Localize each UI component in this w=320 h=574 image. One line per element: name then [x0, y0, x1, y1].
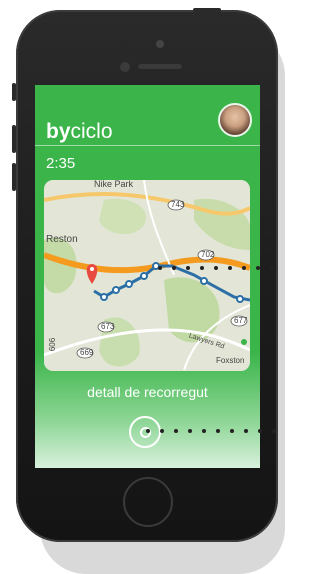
route-map[interactable]: Nike Park Reston 743 702 673 669 677 606… [44, 180, 250, 371]
park-area [99, 198, 146, 235]
volume-down-button[interactable] [12, 163, 16, 191]
home-button[interactable] [123, 477, 173, 527]
map-label-nike-park: Nike Park [94, 180, 134, 189]
route-waypoint [112, 286, 120, 294]
route-shield-606: 606 [48, 337, 58, 352]
power-button[interactable] [193, 8, 221, 12]
map-label-reston: Reston [46, 234, 78, 245]
app-header: byciclo [35, 85, 260, 145]
front-camera [156, 40, 164, 48]
route-shield-669: 669 [80, 348, 94, 357]
route-shield-677: 677 [234, 316, 248, 325]
route-waypoint [140, 272, 148, 280]
app-logo: byciclo [46, 120, 113, 143]
route-waypoint [236, 295, 244, 303]
route-shield-673: 673 [101, 322, 115, 331]
header-divider [35, 145, 260, 146]
volume-up-button[interactable] [12, 125, 16, 153]
route-detail-button[interactable] [129, 416, 161, 448]
route-shield-743: 743 [171, 200, 185, 209]
route-detail-caption: detall de recorregut [87, 384, 208, 400]
poi-marker [241, 339, 247, 345]
mute-switch[interactable] [12, 83, 16, 101]
app-screen: byciclo 2:35 Nike Park Reston 743 702 67… [35, 85, 260, 468]
ride-time: 2:35 [46, 155, 76, 172]
proximity-sensor [120, 62, 130, 72]
route-shield-702: 702 [201, 250, 215, 259]
route-waypoint [100, 293, 108, 301]
park-area [194, 198, 250, 250]
route-waypoint [125, 280, 133, 288]
route-waypoint [200, 277, 208, 285]
map-label-foxstone: Foxston [216, 356, 245, 365]
avatar[interactable] [218, 103, 252, 137]
earpiece-speaker [138, 64, 182, 69]
